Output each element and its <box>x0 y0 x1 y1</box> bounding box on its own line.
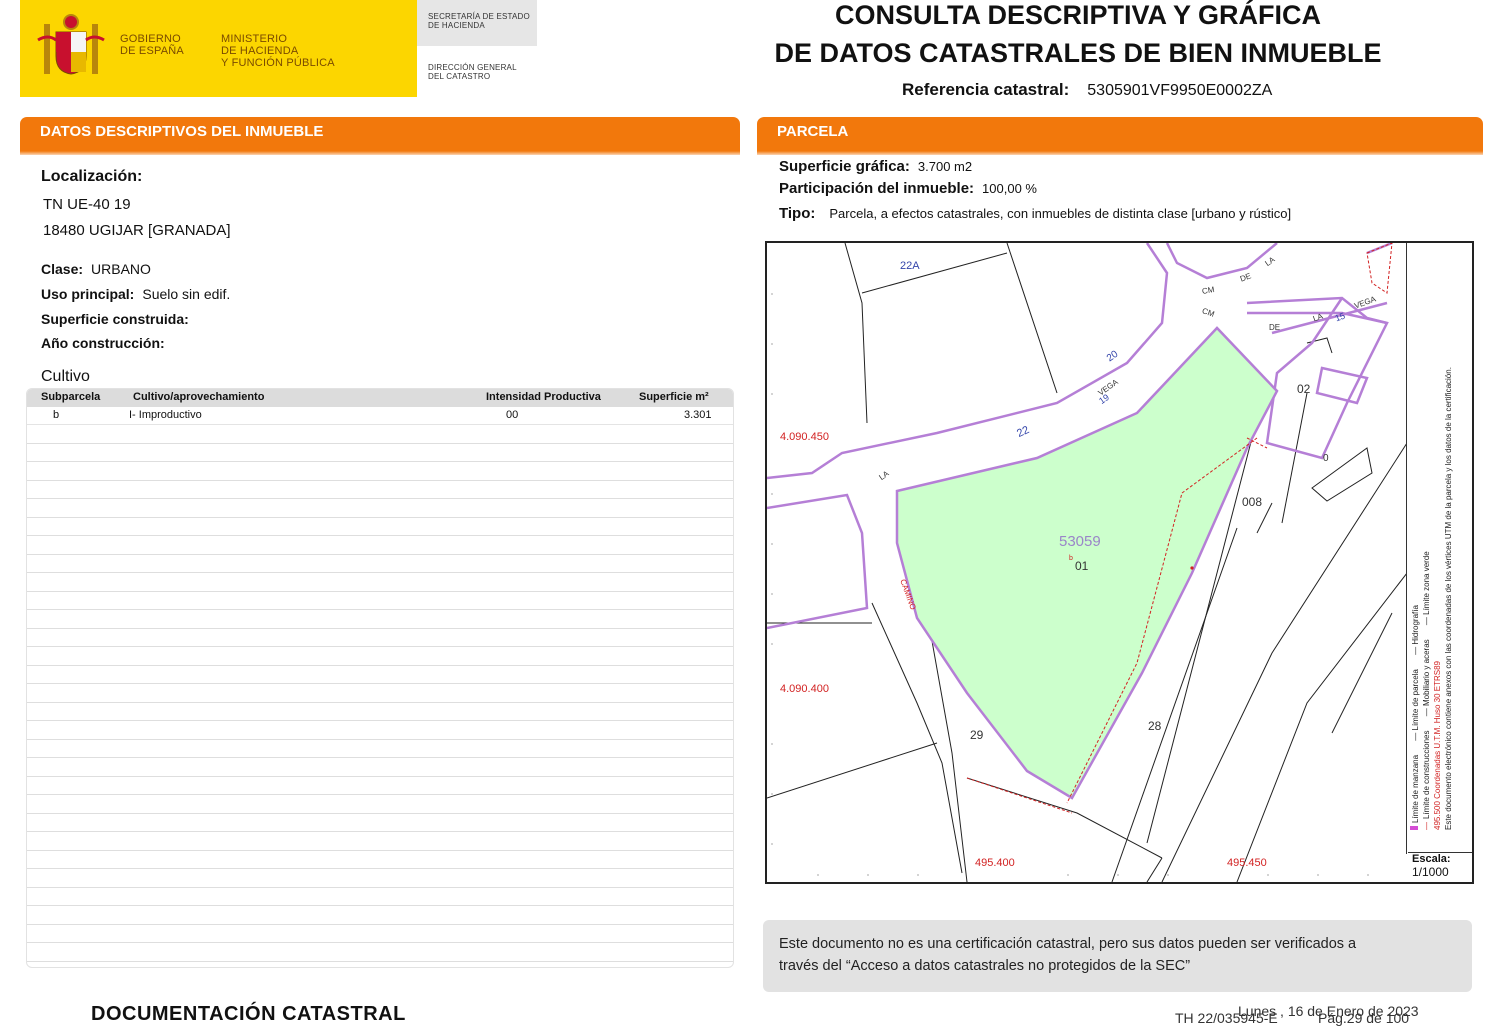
col-subparcela: Subparcela <box>41 391 101 403</box>
superficie-grafica-field: Superficie gráfica: 3.700 m2 <box>779 158 973 175</box>
clase-field: Clase: URBANO <box>41 261 151 277</box>
table-header: Subparcela Cultivo/aprovechamiento Inten… <box>27 389 733 407</box>
empty-table-row <box>27 499 733 518</box>
coord-x-right: 495.450 <box>1227 857 1267 869</box>
empty-table-row <box>27 814 733 832</box>
empty-table-row <box>27 888 733 906</box>
empty-table-row <box>27 943 733 962</box>
empty-table-row <box>27 666 733 684</box>
cadastral-map[interactable]: 22A CM DE LA VEGA 15 CM DE LA 02 20 VEGA… <box>765 241 1474 884</box>
empty-table-row <box>27 851 733 869</box>
empty-table-row <box>27 536 733 555</box>
map-legend: Límite de manzana — Límite de parcela — … <box>1410 367 1453 830</box>
section-parcela: PARCELA <box>757 117 1483 155</box>
empty-table-row <box>27 758 733 777</box>
table-row: b I- Improductivo 00 3.301 <box>27 407 733 425</box>
map-label-29: 29 <box>970 728 984 742</box>
empty-table-row <box>27 444 733 462</box>
empty-table-row <box>27 777 733 795</box>
direccion-text: DIRECCIÓN GENERAL DEL CATASTRO <box>428 63 517 81</box>
map-label-de-mid: DE <box>1269 323 1281 332</box>
coord-y-upper: 4.090.450 <box>780 431 829 443</box>
subparcel-letter: b <box>1069 555 1073 562</box>
anio-construccion-field: Año construcción: <box>41 335 165 351</box>
empty-table-row <box>27 610 733 629</box>
empty-table-row <box>27 647 733 666</box>
empty-table-row <box>27 795 733 814</box>
superficie-construida-field: Superficie construida: <box>41 311 189 327</box>
empty-table-row <box>27 481 733 499</box>
address-line-1: TN UE-40 19 <box>43 196 131 213</box>
empty-table-row <box>27 629 733 647</box>
empty-table-row <box>27 462 733 481</box>
map-label-28: 28 <box>1148 719 1162 733</box>
disclaimer-note: Este documento no es una certificación c… <box>763 920 1472 992</box>
empty-table-row <box>27 740 733 758</box>
col-cultivo: Cultivo/aprovechamiento <box>133 391 265 403</box>
col-intensidad: Intensidad Productiva <box>486 391 601 403</box>
map-label-22a: 22A <box>900 260 920 272</box>
participacion-field: Participación del inmueble: 100,00 % <box>779 180 1037 197</box>
empty-table-row <box>27 721 733 740</box>
col-superficie: Superficie m² <box>639 391 709 403</box>
section-datos-descriptivos: DATOS DESCRIPTIVOS DEL INMUEBLE <box>20 117 740 155</box>
coord-y-lower: 4.090.400 <box>780 683 829 695</box>
empty-table-row <box>27 925 733 943</box>
cell-superficie: 3.301 <box>684 409 712 421</box>
coat-of-arms-icon <box>37 14 105 75</box>
map-label-0: 0 <box>1323 453 1329 464</box>
empty-rows <box>27 425 733 962</box>
empty-table-row <box>27 703 733 721</box>
footer-page: Pág.29 de 100 <box>1318 1010 1410 1026</box>
empty-table-row <box>27 869 733 888</box>
localizacion-label: Localización: <box>41 168 143 185</box>
empty-table-row <box>27 555 733 573</box>
cultivo-table: Subparcela Cultivo/aprovechamiento Inten… <box>26 388 734 968</box>
empty-table-row <box>27 518 733 536</box>
empty-table-row <box>27 906 733 925</box>
map-label-008: 008 <box>1242 495 1263 509</box>
parcel-sub-number: 01 <box>1075 559 1089 573</box>
document-title: CONSULTA DESCRIPTIVA Y GRÁFICA DE DATOS … <box>774 0 1382 68</box>
gov-text: GOBIERNO DE ESPAÑA <box>120 33 184 57</box>
cultivo-heading: Cultivo <box>41 368 90 385</box>
empty-table-row <box>27 425 733 444</box>
cell-intensidad: 00 <box>506 409 519 421</box>
coord-x-left: 495.400 <box>975 857 1015 869</box>
parcel-number: 53059 <box>1059 533 1101 550</box>
address-line-2: 18480 UGIJAR [GRANADA] <box>43 222 231 239</box>
map-scale: Escala: 1/1000 <box>1408 852 1472 882</box>
empty-table-row <box>27 573 733 592</box>
cell-subparcela: b <box>53 409 60 421</box>
cell-cultivo: I- Improductivo <box>129 409 202 421</box>
referencia-catastral: Referencia catastral: 5305901VF9950E0002Z… <box>902 80 1273 99</box>
secretaria-text: SECRETARÍA DE ESTADO DE HACIENDA <box>428 12 530 30</box>
uso-principal-field: Uso principal: Suelo sin edif. <box>41 286 231 302</box>
empty-table-row <box>27 832 733 851</box>
ministerio-text: MINISTERIO DE HACIENDA Y FUNCIÓN PÚBLICA <box>221 33 335 69</box>
map-label-02: 02 <box>1297 382 1311 396</box>
empty-table-row <box>27 592 733 610</box>
empty-table-row <box>27 684 733 703</box>
tipo-field: Tipo: Parcela, a efectos catastrales, con… <box>779 205 1292 222</box>
footer-title: DOCUMENTACIÓN CATASTRAL <box>91 1003 406 1025</box>
